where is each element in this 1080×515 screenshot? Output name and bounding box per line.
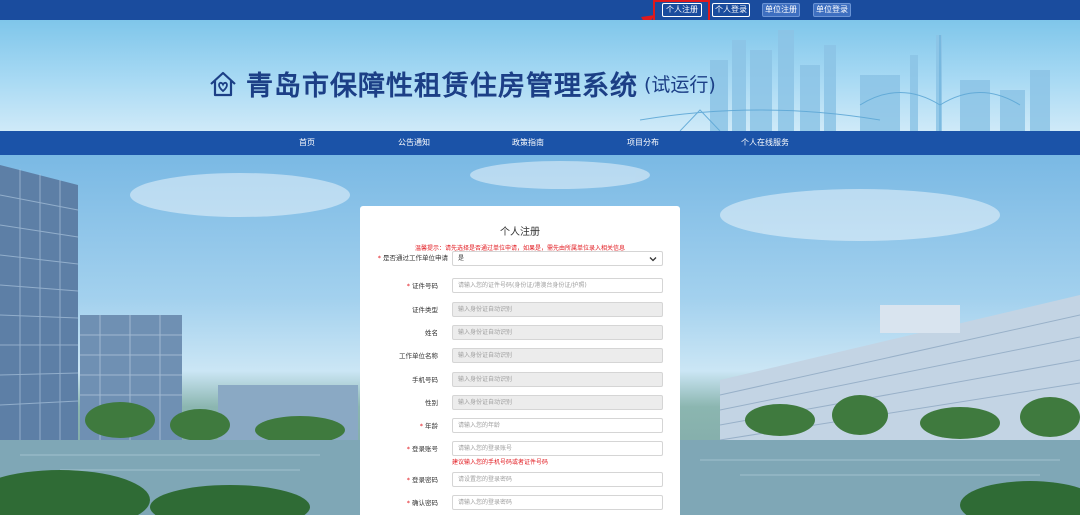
label-gender: 性别 (425, 399, 438, 407)
label-id-type: 证件类型 (412, 306, 438, 314)
main-nav: 首页 公告通知 政策指南 项目分布 个人在线服务 (0, 131, 1080, 155)
gender-input[interactable]: 输入身份证自动识别 (452, 395, 663, 410)
nav-item-home[interactable]: 首页 (299, 131, 315, 155)
site-title-suffix: (试运行) (644, 74, 716, 96)
label-id-number: * 证件号码 (406, 282, 438, 290)
login-account-input[interactable]: 请输入您的登录账号 (452, 441, 663, 456)
apply-via-employer-select[interactable]: 是 (452, 251, 663, 266)
login-password-input[interactable]: 请设置您的登录密码 (452, 472, 663, 487)
id-number-input[interactable]: 请输入您的证件号码(身份证/港澳台身份证/护照) (452, 278, 663, 293)
label-age: * 年龄 (419, 422, 438, 430)
employer-name-input[interactable]: 输入身份证自动识别 (452, 348, 663, 363)
nav-item-personal-service[interactable]: 个人在线服务 (741, 131, 789, 155)
label-employer-name: 工作单位名称 (399, 352, 438, 360)
name-input[interactable]: 输入身份证自动识别 (452, 325, 663, 340)
id-type-input[interactable]: 输入身份证自动识别 (452, 302, 663, 317)
label-apply-via-employer: * 是否通过工作单位申请 (377, 254, 448, 262)
nav-item-projects[interactable]: 项目分布 (627, 131, 659, 155)
personal-login-button[interactable]: 个人登录 (712, 3, 750, 17)
house-heart-icon (210, 71, 236, 96)
nav-item-policy[interactable]: 政策指南 (512, 131, 544, 155)
site-logo: 青岛市保障性租赁住房管理系统 (试运行) (208, 64, 716, 103)
top-bar (0, 0, 1080, 20)
registration-panel: 个人注册 温馨提示：请先选择是否通过单位申请，如果是，需先由所属单位录入相关信息… (360, 206, 680, 515)
header-banner: 青岛市保障性租赁住房管理系统 (试运行) (0, 20, 1080, 131)
chevron-down-icon (649, 257, 657, 262)
site-title: 青岛市保障性租赁住房管理系统 (246, 71, 638, 102)
label-login-password: * 登录密码 (406, 476, 438, 484)
label-name: 姓名 (425, 329, 438, 337)
label-phone: 手机号码 (412, 376, 438, 384)
company-register-button[interactable]: 单位注册 (762, 3, 800, 17)
nav-item-announcements[interactable]: 公告通知 (398, 131, 430, 155)
age-input[interactable]: 请输入您的年龄 (452, 418, 663, 433)
company-login-button[interactable]: 单位登录 (813, 3, 851, 17)
phone-input[interactable]: 输入身份证自动识别 (452, 372, 663, 387)
confirm-password-input[interactable]: 请输入您的登录密码 (452, 495, 663, 510)
label-confirm-password: * 确认密码 (406, 499, 438, 507)
login-account-hint: 建议输入您的手机号码或者证件号码 (452, 459, 549, 466)
form-title: 个人注册 (500, 227, 540, 238)
label-login-account: * 登录账号 (406, 445, 438, 453)
